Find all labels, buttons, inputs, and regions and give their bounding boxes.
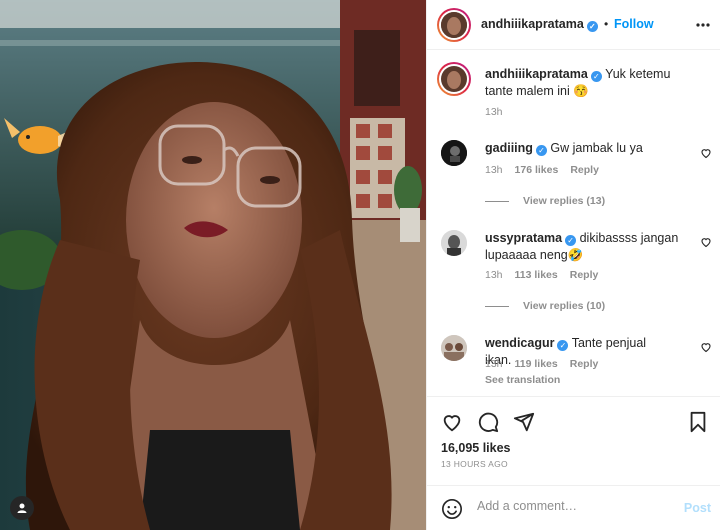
comment-meta: 13h 119 likes Reply [485, 358, 599, 370]
post-side-panel: andhiiikapratama ✓ • Follow andhiiikaprat… [426, 0, 720, 530]
reply-button[interactable]: Reply [570, 269, 599, 281]
user-tag-icon [17, 503, 27, 513]
comment-likes[interactable]: 176 likes [515, 164, 559, 176]
caption-username[interactable]: andhiiikapratama [485, 67, 588, 81]
share-icon[interactable] [513, 411, 535, 433]
verified-badge-icon: ✓ [586, 21, 598, 32]
reply-button[interactable]: Reply [570, 164, 599, 176]
comment-likes[interactable]: 113 likes [515, 269, 558, 281]
follow-button[interactable]: Follow [614, 17, 654, 31]
comment-avatar[interactable] [441, 140, 467, 166]
reply-button[interactable]: Reply [570, 358, 599, 370]
verified-badge-icon: ✓ [590, 71, 602, 82]
post-photo[interactable] [0, 0, 426, 530]
post-header: andhiiikapratama ✓ • Follow [427, 0, 720, 50]
post-timestamp: 13 HOURS AGO [441, 459, 508, 469]
verified-badge-icon: ✓ [565, 235, 577, 246]
selfie-image [0, 0, 426, 530]
comment-like-heart-icon[interactable] [700, 236, 712, 248]
comment-meta: 13h 113 likes Reply [485, 269, 599, 281]
caption-avatar [441, 66, 467, 92]
comment-text: ussypratama ✓ dikibassss jangan lupaaaaa … [485, 231, 679, 262]
separator-dot: • [604, 17, 609, 31]
add-comment-bar: Post [427, 485, 720, 531]
comment-username[interactable]: wendicagur [485, 336, 554, 350]
bookmark-icon[interactable] [687, 411, 709, 433]
caption-text: andhiiikapratama ✓ Yuk ketemu tante malem… [485, 66, 675, 100]
comment-username[interactable]: gadiiing [485, 141, 533, 155]
view-replies-button[interactable]: View replies (13) [485, 195, 605, 207]
post-modal: andhiiikapratama ✓ • Follow andhiiikaprat… [0, 0, 720, 530]
view-replies-button[interactable]: View replies (10) [485, 300, 605, 312]
comment-likes[interactable]: 119 likes [515, 358, 558, 370]
comment-avatar[interactable] [441, 230, 467, 256]
comment-like-heart-icon[interactable] [700, 147, 712, 159]
user-tag-button[interactable] [10, 496, 34, 520]
comment-icon[interactable] [477, 411, 499, 433]
comment-avatar[interactable] [441, 335, 467, 361]
comment-like-heart-icon[interactable] [700, 341, 712, 353]
comment-text: gadiiing ✓ Gw jambak lu ya [485, 141, 643, 156]
author-username[interactable]: andhiiikapratama [481, 17, 584, 31]
heart-icon[interactable] [441, 411, 463, 433]
post-comment-button[interactable]: Post [684, 501, 711, 515]
comment-username[interactable]: ussypratama [485, 231, 562, 245]
more-icon[interactable] [695, 16, 711, 34]
author-avatar [441, 12, 467, 38]
comment-meta: 13h 176 likes Reply [485, 164, 599, 176]
comment-input[interactable] [475, 498, 669, 514]
see-translation-link[interactable]: See translation [485, 374, 560, 386]
verified-badge-icon: ✓ [557, 340, 569, 351]
verified-badge-icon: ✓ [535, 145, 547, 156]
post-likes-count[interactable]: 16,095 likes [441, 441, 511, 455]
post-actions: 16,095 likes 13 HOURS AGO Post [427, 396, 720, 530]
caption-time: 13h [485, 106, 503, 118]
emoji-icon[interactable] [441, 498, 463, 520]
